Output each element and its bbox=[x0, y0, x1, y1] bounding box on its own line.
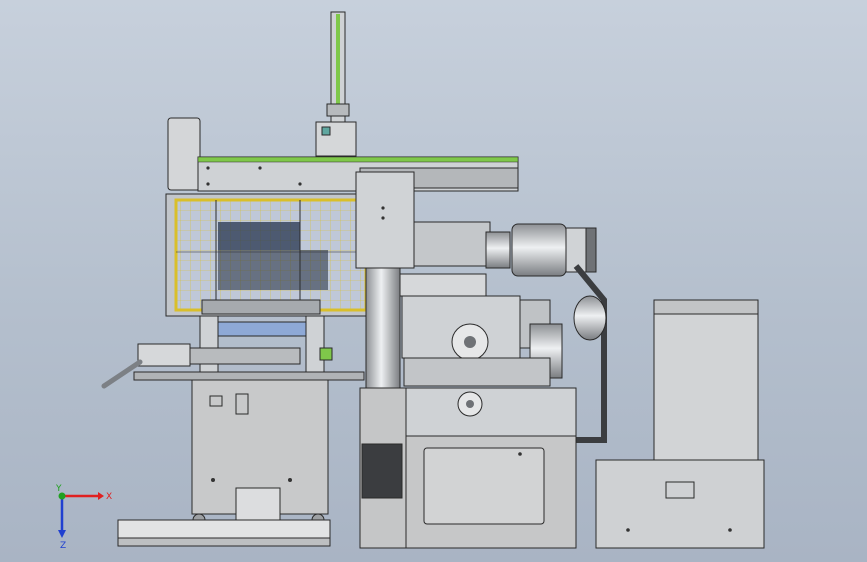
y-axis-label: Y bbox=[55, 484, 62, 494]
drive-belt bbox=[573, 264, 607, 443]
left-cabinet bbox=[191, 379, 329, 529]
machine-assembly-drawing[interactable]: X Y Z bbox=[0, 0, 867, 562]
right-enclosure bbox=[595, 299, 765, 549]
safety-guard-frame bbox=[165, 193, 373, 317]
cad-viewport[interactable]: X Y Z bbox=[0, 0, 867, 562]
workhead bbox=[399, 273, 563, 387]
coordinate-triad: X Y Z bbox=[55, 484, 112, 551]
main-machine-base bbox=[359, 387, 577, 549]
x-axis-label: X bbox=[106, 492, 112, 502]
spindle-head bbox=[315, 121, 357, 157]
base-rail bbox=[117, 519, 331, 547]
motor-assembly bbox=[413, 221, 597, 277]
top-left-housing bbox=[167, 117, 201, 191]
z-axis-label: Z bbox=[60, 541, 66, 551]
table-rail bbox=[133, 371, 365, 381]
pulley bbox=[573, 295, 607, 341]
vertical-column bbox=[326, 11, 350, 123]
